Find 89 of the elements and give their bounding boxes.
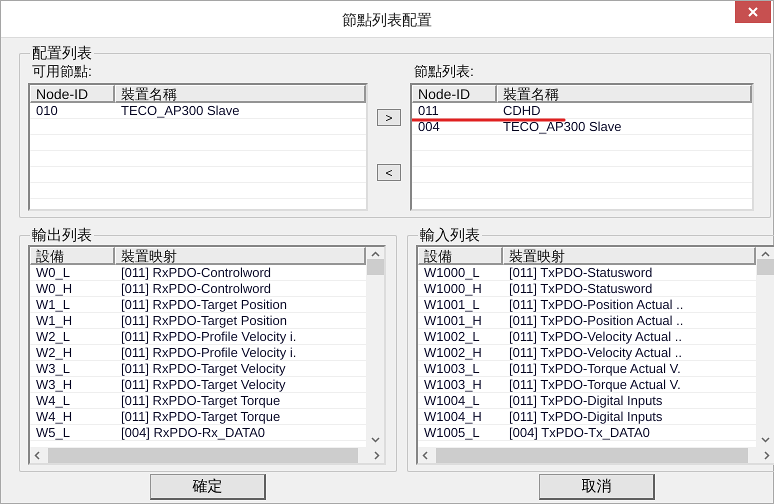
table-cell-text: W1004_H	[423, 409, 483, 424]
scroll-right-icon[interactable]	[374, 450, 380, 460]
table-cell-text: [011] RxPDO-Target Torque	[120, 409, 282, 424]
table-cell-text: [011] TxPDO-Torque Actual V.	[508, 377, 682, 392]
close-button[interactable]	[735, 1, 771, 23]
window-title: 節點列表配置	[342, 11, 432, 30]
table-cell-text: [004] RxPDO-Rx_DATA0	[120, 425, 266, 440]
table-cell-text: W0_H	[35, 281, 74, 296]
table-cell-text: TECO_AP300 Slave	[120, 103, 241, 118]
table-cell-text: W5_L	[35, 425, 71, 440]
table-cell-text: TECO_AP300 Slave	[502, 119, 623, 134]
table-cell-text: W1001_L	[423, 297, 481, 312]
scroll-left-icon[interactable]	[422, 450, 428, 460]
vertical-scrollbar[interactable]	[756, 247, 774, 447]
scroll-thumb[interactable]	[436, 448, 748, 462]
table-cell-text: W3_L	[35, 361, 71, 376]
table-cell-text: [011] TxPDO-Velocity Actual ..	[508, 345, 683, 360]
column-header[interactable]: 裝置名稱	[115, 85, 366, 103]
table-cell-text: [011] TxPDO-Digital Inputs	[508, 409, 664, 424]
table-cell-text: W4_H	[35, 409, 74, 424]
column-header[interactable]: 裝置映射	[115, 247, 366, 265]
table-cell-text: [011] TxPDO-Torque Actual V.	[508, 361, 682, 376]
table-cell-text: W2_L	[35, 329, 71, 344]
table-cell-text: [011] TxPDO-Digital Inputs	[508, 393, 664, 408]
table-cell-text: W1002_L	[423, 329, 481, 344]
table-cell-text: W1003_H	[423, 377, 483, 392]
column-header[interactable]: Node-ID	[412, 85, 497, 103]
group-title: 輸入列表	[419, 226, 481, 245]
horizontal-scrollbar[interactable]	[418, 447, 774, 463]
table-cell-text: W1004_L	[423, 393, 481, 408]
move-button[interactable]: >	[377, 109, 401, 126]
table-cell-text: [011] RxPDO-Target Position	[120, 313, 288, 328]
table-cell-text: W2_H	[35, 345, 74, 360]
scroll-thumb[interactable]	[756, 259, 774, 275]
group-title: 輸出列表	[31, 226, 93, 245]
table-cell-text: [004] TxPDO-Tx_DATA0	[508, 425, 651, 440]
table-cell-text: [011] RxPDO-Target Torque	[120, 393, 282, 408]
scroll-thumb[interactable]	[48, 448, 358, 462]
table-cell-text: [011] RxPDO-Controlword	[120, 281, 272, 296]
table-cell-text: W1002_H	[423, 345, 483, 360]
table-cell-text: W1_L	[35, 297, 71, 312]
scroll-down-icon[interactable]	[370, 437, 380, 443]
vertical-scrollbar[interactable]	[366, 247, 384, 447]
scroll-up-icon[interactable]	[370, 251, 380, 257]
table-cell-text: [011] TxPDO-Statusword	[508, 281, 654, 296]
scroll-thumb[interactable]	[366, 259, 384, 275]
column-header[interactable]: Node-ID	[30, 85, 115, 103]
dialog-button[interactable]: 取消	[539, 474, 655, 500]
horizontal-scrollbar[interactable]	[30, 447, 384, 463]
scroll-down-icon[interactable]	[760, 437, 770, 443]
column-header[interactable]: 裝置映射	[503, 247, 756, 265]
table-cell-text: [011] TxPDO-Velocity Actual ..	[508, 329, 683, 344]
table-cell-text: [011] RxPDO-Profile Velocity i.	[120, 345, 298, 360]
table-cell-text: W4_L	[35, 393, 71, 408]
table-cell-text: 004	[417, 119, 441, 134]
list-label: 可用節點:	[32, 63, 93, 81]
table-cell-text: W1005_L	[423, 425, 481, 440]
column-header[interactable]: 設備	[418, 247, 503, 265]
dialog-button[interactable]: 確定	[150, 474, 266, 500]
close-icon[interactable]	[748, 7, 758, 17]
table-cell-text: [011] RxPDO-Controlword	[120, 265, 272, 280]
list-label: 節點列表:	[414, 63, 475, 81]
node-list[interactable]: Node-ID 裝置名稱 010 TECO_AP300 Slave	[28, 83, 368, 211]
table-cell-text: [011] RxPDO-Profile Velocity i.	[120, 329, 298, 344]
table-cell-text: W1001_H	[423, 313, 483, 328]
table-cell-text: W1003_L	[423, 361, 481, 376]
table-cell-text: W3_H	[35, 377, 74, 392]
table-cell-text: [011] RxPDO-Target Velocity	[120, 377, 286, 392]
scroll-left-icon[interactable]	[34, 450, 40, 460]
column-header[interactable]: 裝置名稱	[497, 85, 752, 103]
table-cell-text: [011] TxPDO-Statusword	[508, 265, 654, 280]
scroll-up-icon[interactable]	[760, 251, 770, 257]
mapping-list[interactable]	[28, 245, 386, 465]
move-button[interactable]: <	[377, 164, 401, 181]
table-cell-text: CDHD	[502, 103, 542, 118]
node-list[interactable]: Node-ID 裝置名稱 011 CDHD 004 TECO_AP300 Slave	[410, 83, 754, 211]
table-cell-text: 010	[35, 103, 59, 118]
group-title: 配置列表	[31, 44, 93, 63]
table-cell-text: W1000_H	[423, 281, 483, 296]
table-cell-text: [011] TxPDO-Position Actual ..	[508, 297, 684, 312]
table-cell-text: W0_L	[35, 265, 71, 280]
table-cell-text: [011] RxPDO-Target Position	[120, 297, 288, 312]
scroll-right-icon[interactable]	[764, 450, 770, 460]
table-cell-text: [011] RxPDO-Target Velocity	[120, 361, 286, 376]
column-header[interactable]: 設備	[30, 247, 115, 265]
table-cell-text: [011] TxPDO-Position Actual ..	[508, 313, 684, 328]
table-cell-text: 011	[417, 103, 440, 118]
table-cell-text: W1000_L	[423, 265, 481, 280]
table-cell-text: W1_H	[35, 313, 74, 328]
